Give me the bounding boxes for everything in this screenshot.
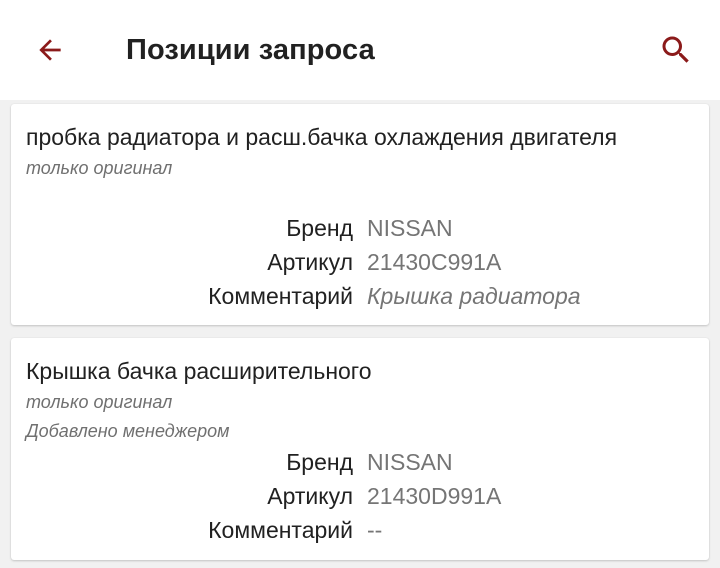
comment-label: Комментарий xyxy=(208,517,353,543)
brand-value: NISSAN xyxy=(367,215,453,241)
search-button[interactable] xyxy=(652,26,700,74)
comment-value: -- xyxy=(367,517,383,543)
search-icon xyxy=(662,36,689,63)
item-name: пробка радиатора и расш.бачка охлаждения… xyxy=(26,124,618,150)
brand-label: Бренд xyxy=(286,215,353,241)
item-note: только оригинал xyxy=(26,392,173,412)
page-title: Позиции запроса xyxy=(126,34,375,66)
request-item-card[interactable]: пробка радиатора и расш.бачка охлаждения… xyxy=(11,104,709,325)
back-button[interactable] xyxy=(26,28,74,72)
brand-row: Бренд NISSAN xyxy=(11,447,709,477)
request-item-card[interactable]: Крышка бачка расширительного только ориг… xyxy=(11,338,709,560)
brand-row: Бренд NISSAN xyxy=(11,213,709,243)
app-bar: Позиции запроса xyxy=(0,0,720,100)
article-label: Артикул xyxy=(267,249,353,275)
comment-value: Крышка радиатора xyxy=(367,283,581,309)
item-name: Крышка бачка расширительного xyxy=(26,358,372,384)
item-note: только оригинал xyxy=(26,158,173,178)
arrow-left-icon xyxy=(39,39,61,61)
brand-value: NISSAN xyxy=(367,449,453,475)
comment-row: Комментарий -- xyxy=(11,515,709,545)
article-value: 21430C991A xyxy=(367,249,502,275)
item-note: Добавлено менеджером xyxy=(26,421,230,441)
article-label: Артикул xyxy=(267,483,353,509)
comment-row: Комментарий Крышка радиатора xyxy=(11,281,709,311)
brand-label: Бренд xyxy=(286,449,353,475)
article-row: Артикул 21430D991A xyxy=(11,481,709,511)
article-value: 21430D991A xyxy=(367,483,502,509)
article-row: Артикул 21430C991A xyxy=(11,247,709,277)
comment-label: Комментарий xyxy=(208,283,353,309)
